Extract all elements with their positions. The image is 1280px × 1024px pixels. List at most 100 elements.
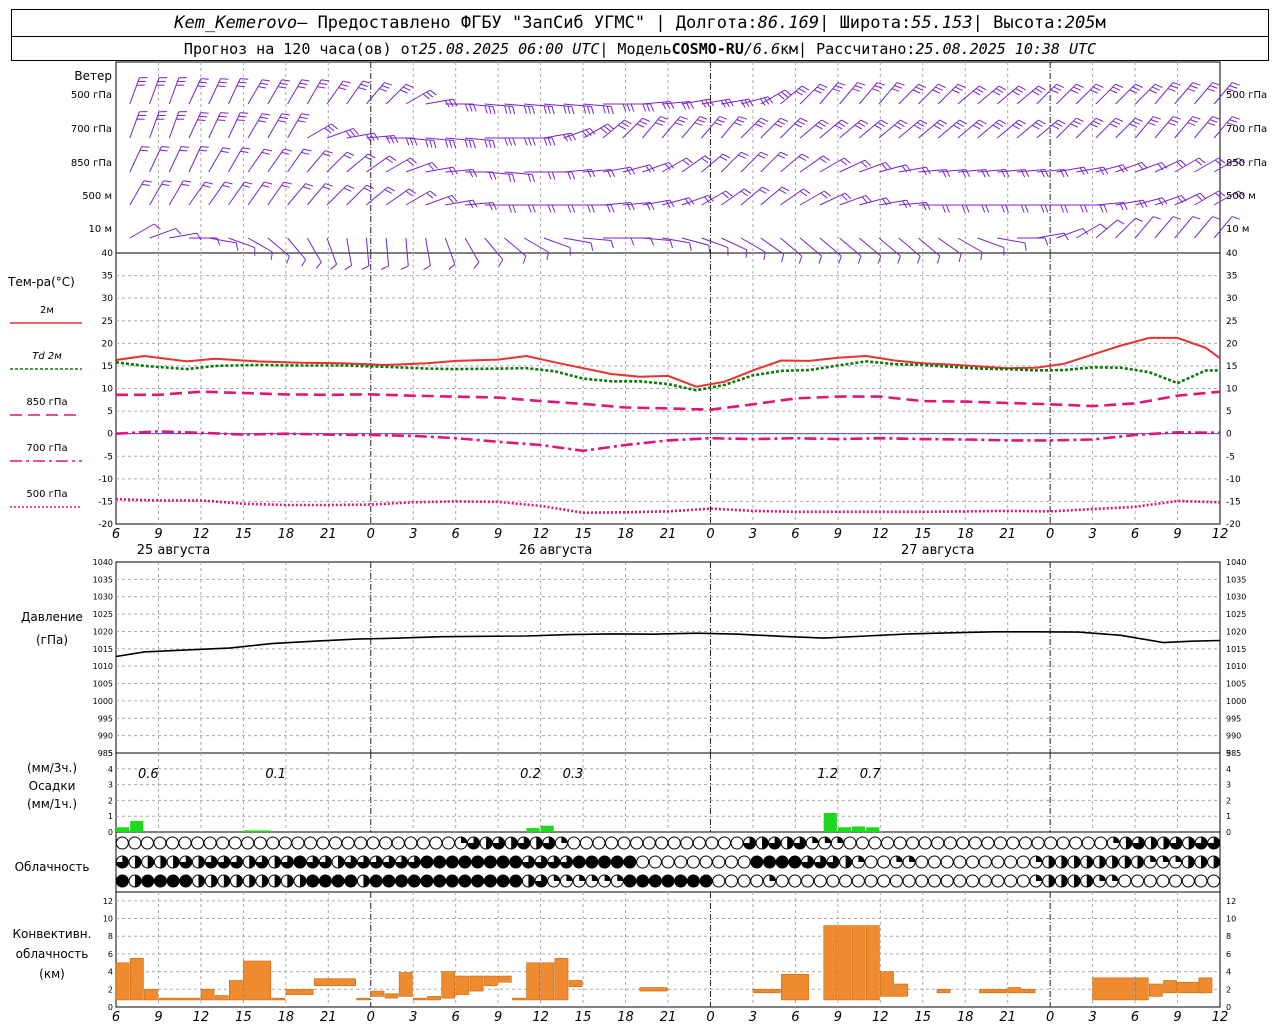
- cloud-cover-circle: [826, 855, 840, 869]
- cloud-cover-circle: [416, 836, 430, 850]
- wind-barb-shaft: [208, 78, 222, 105]
- wind-barb-shaft: [168, 146, 182, 173]
- wind-barb-feather: [814, 89, 822, 94]
- wind-barb-shaft: [129, 77, 140, 105]
- wind-barb-feather: [445, 139, 449, 148]
- wind-barb-feather: [590, 242, 594, 251]
- wind-barb-feather: [871, 88, 880, 92]
- cloud-cover-circle: [592, 836, 606, 850]
- cloud-cover-circle: [458, 855, 472, 869]
- wind-barb-feather: [1090, 123, 1098, 128]
- conv-tick-left: 12: [103, 897, 113, 906]
- wind-barb-feather: [527, 137, 532, 146]
- wind-barb: [1135, 161, 1168, 173]
- cloud-cover-circle: [1016, 874, 1030, 888]
- cloud-circle-fill: [623, 856, 636, 868]
- wind-barb-shaft: [858, 82, 878, 105]
- precip-amount-label: 0.1: [265, 767, 286, 782]
- cloud-cover-circle: [1119, 836, 1133, 850]
- wind-barb-feather: [958, 253, 962, 262]
- cloud-circle-fill: [319, 875, 332, 887]
- wind-barb-feather: [238, 81, 247, 84]
- wind-barb: [464, 202, 497, 211]
- wind-barb-feather: [835, 85, 844, 89]
- cloud-circle-outline: [940, 855, 954, 869]
- cloud-circle-outline: [918, 836, 932, 850]
- wind-barb-feather: [426, 192, 434, 199]
- precip-bar: [540, 825, 554, 832]
- cloud-circle-outline: [1094, 836, 1108, 850]
- cloud-cover-circle: [636, 855, 650, 869]
- wind-barb-shaft: [129, 223, 155, 239]
- wind-barb-feather: [338, 87, 347, 91]
- wind-barb-feather: [762, 186, 770, 192]
- cloud-circle-fill: [274, 875, 281, 887]
- convective-cloud-bar: [1163, 980, 1177, 994]
- wind-barb-feather: [1135, 83, 1143, 88]
- wind-barb-shaft: [997, 237, 1025, 244]
- cloud-cover-circle: [674, 855, 688, 869]
- wind-barb: [129, 77, 148, 105]
- wind-barb-feather: [488, 171, 493, 180]
- wind-barb-feather: [854, 85, 863, 89]
- wind-barb-feather: [933, 124, 941, 130]
- wind-barb-feather: [305, 183, 314, 187]
- cloud-cover-circle: [1131, 874, 1145, 888]
- wind-barb-feather: [998, 85, 1007, 91]
- wind-barb: [267, 79, 290, 105]
- wind-barb-feather: [1032, 124, 1040, 130]
- cloud-circle-fill: [1099, 856, 1106, 868]
- wind-barb-feather: [277, 120, 286, 123]
- cloud-circle-outline: [391, 836, 405, 850]
- wind-barb: [208, 78, 229, 105]
- wind-barb-feather: [1180, 159, 1187, 167]
- wind-barb: [386, 137, 418, 146]
- time-tick-label: 12: [532, 527, 549, 542]
- wind-barb: [543, 103, 575, 115]
- wind-barb-feather: [527, 204, 532, 213]
- wind-level-label-left: 10 м: [89, 224, 112, 235]
- cloud-circle-fill: [591, 875, 598, 881]
- cloud-circle-outline: [1044, 836, 1058, 850]
- wind-barb-feather: [301, 259, 307, 267]
- wind-barb-shaft: [326, 184, 348, 206]
- wind-barb-shaft: [149, 180, 165, 206]
- wind-barb-feather: [583, 105, 587, 114]
- wind-barb-shaft: [267, 113, 283, 139]
- cloud-circle-fill: [167, 875, 180, 887]
- cloud-cover-circle: [775, 874, 789, 888]
- wind-barb-feather: [956, 122, 964, 127]
- cloud-circle-fill: [845, 855, 852, 868]
- wind-barb-feather: [725, 190, 733, 197]
- wind-barb: [168, 180, 192, 206]
- cloud-circle-fill: [750, 856, 763, 868]
- wind-barb-feather: [1035, 122, 1043, 127]
- precipitation-panel: 0.6 0.1 0.2 0.3 1.2 0.7: [116, 767, 881, 832]
- cloud-circle-fill: [1036, 875, 1042, 881]
- wind-barb: [997, 237, 1027, 251]
- wind-barb-shaft: [326, 127, 354, 139]
- temp-tick-left: 5: [107, 407, 113, 417]
- wind-barb-feather: [488, 105, 492, 114]
- cloud-cover-circle: [391, 836, 405, 850]
- cloud-cover-circle: [737, 874, 751, 888]
- cloud-cover-circle: [839, 874, 853, 888]
- cloud-cover-circle: [179, 874, 193, 888]
- wind-barb-feather: [343, 187, 352, 192]
- wind-barb-feather: [881, 163, 888, 171]
- wind-barb-feather: [1018, 85, 1026, 91]
- convective-cloud-bar: [214, 995, 229, 1001]
- convective-cloud-bar: [1021, 989, 1036, 994]
- wind-barb-feather: [1192, 116, 1201, 120]
- press-tick-left: 995: [98, 714, 113, 723]
- cloud-circle-fill: [446, 856, 459, 868]
- cloud-circle-outline: [404, 836, 418, 850]
- wind-barb: [484, 103, 516, 115]
- cloud-cover-circle: [1042, 874, 1056, 888]
- wind-barb-shaft: [977, 85, 1000, 105]
- wind-barb-feather: [1092, 86, 1101, 91]
- time-tick-label-bottom: 0: [706, 1010, 714, 1024]
- convective-cloud-bar: [639, 987, 668, 992]
- time-tick-label: 9: [494, 527, 502, 542]
- time-tick-label-bottom: 12: [532, 1010, 549, 1024]
